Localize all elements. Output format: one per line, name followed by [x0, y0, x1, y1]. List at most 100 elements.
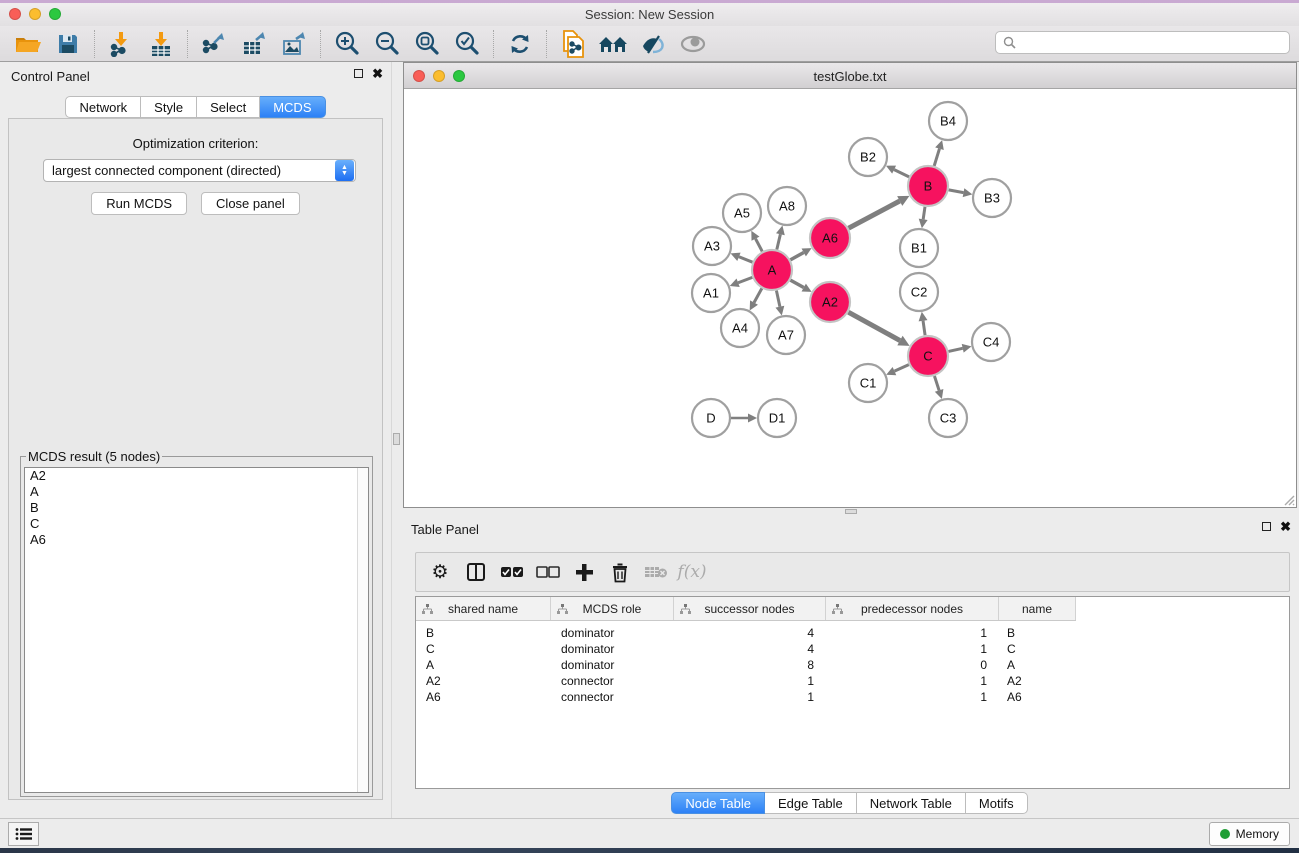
table-cell: 1	[826, 625, 999, 641]
table-options-button[interactable]: ⚙	[424, 556, 456, 588]
edge-arrowhead	[748, 414, 757, 423]
graph-edge-A-A2[interactable]	[790, 280, 803, 287]
tab-style[interactable]: Style	[141, 96, 197, 118]
show-columns-button[interactable]	[460, 556, 492, 588]
graph-edge-B-B4[interactable]	[934, 149, 939, 166]
graph-edge-A2-C[interactable]	[848, 312, 900, 340]
graph-edge-A-A7[interactable]	[776, 291, 779, 307]
float-panel-icon[interactable]	[1262, 522, 1271, 531]
column-header-predecessor-nodes[interactable]: predecessor nodes	[826, 597, 999, 620]
new-network-from-selection-button[interactable]	[553, 28, 593, 60]
close-panel-button[interactable]: Close panel	[201, 192, 300, 215]
table-cell: connector	[551, 689, 674, 705]
graph-edge-A-A8[interactable]	[777, 234, 781, 249]
save-session-button[interactable]	[48, 28, 88, 60]
export-image-icon	[281, 31, 307, 57]
graph-node-label: C1	[860, 376, 877, 391]
column-header-successor-nodes[interactable]: successor nodes	[674, 597, 826, 620]
close-panel-icon[interactable]: ✖	[1280, 522, 1291, 531]
column-header-shared-name[interactable]: shared name	[416, 597, 551, 620]
mcds-result-item[interactable]: A2	[25, 468, 368, 484]
window-resize-grip[interactable]	[1281, 492, 1295, 506]
export-network-button[interactable]	[194, 28, 234, 60]
graph-edge-C-C1[interactable]	[894, 365, 908, 371]
network-canvas[interactable]: B4B2BB3A8A5A6A3B1AC2A1A2A4A7C4CC1C3DD1	[404, 89, 1296, 507]
export-network-icon	[201, 31, 227, 57]
zoom-fit-button[interactable]	[407, 28, 447, 60]
table-cell: A6	[416, 689, 551, 705]
delete-table-icon	[644, 564, 668, 580]
tab-node-table[interactable]: Node Table	[671, 792, 765, 814]
table-row[interactable]: A2connector11A2	[416, 673, 1076, 689]
shared-column-icon	[832, 604, 843, 614]
zoom-in-button[interactable]	[327, 28, 367, 60]
graph-edge-C-C4[interactable]	[948, 348, 962, 351]
function-builder-button[interactable]: f(x)	[676, 556, 708, 588]
unselect-all-columns-button[interactable]	[532, 556, 564, 588]
graph-edge-B-B3[interactable]	[949, 190, 964, 193]
scrollbar-track[interactable]	[357, 468, 368, 792]
optimization-criterion-label: Optimization criterion:	[9, 136, 382, 151]
mcds-result-item[interactable]: C	[25, 516, 368, 532]
graph-edge-B-B2[interactable]	[894, 170, 909, 177]
hide-selected-button[interactable]	[633, 28, 673, 60]
open-session-button[interactable]	[8, 28, 48, 60]
memory-label: Memory	[1236, 827, 1279, 841]
table-row[interactable]: A6connector11A6	[416, 689, 1076, 705]
tab-network-table[interactable]: Network Table	[857, 792, 966, 814]
select-all-columns-button[interactable]	[496, 556, 528, 588]
zoom-out-button[interactable]	[367, 28, 407, 60]
column-header-name[interactable]: name	[999, 597, 1076, 620]
memory-button[interactable]: Memory	[1209, 822, 1290, 846]
table-row[interactable]: Adominator80A	[416, 657, 1076, 673]
first-neighbors-button[interactable]	[593, 28, 633, 60]
graph-edge-C-C3[interactable]	[934, 376, 939, 390]
mcds-result-item[interactable]: A6	[25, 532, 368, 548]
graph-edge-A-A5[interactable]	[756, 239, 763, 252]
import-network-icon	[108, 31, 134, 57]
vertical-split-divider[interactable]	[391, 62, 400, 818]
export-image-button[interactable]	[274, 28, 314, 60]
task-history-button[interactable]	[8, 822, 39, 846]
mcds-result-item[interactable]: B	[25, 500, 368, 516]
table-row[interactable]: Cdominator41C	[416, 641, 1076, 657]
create-column-button[interactable]	[568, 556, 600, 588]
apply-layout-button[interactable]	[500, 28, 540, 60]
delete-table-button[interactable]	[640, 556, 672, 588]
mcds-result-item[interactable]: A	[25, 484, 368, 500]
column-header-MCDS-role[interactable]: MCDS role	[551, 597, 674, 620]
graph-edge-C-C2[interactable]	[923, 321, 925, 335]
node-attribute-table[interactable]: shared nameMCDS rolesuccessor nodesprede…	[415, 596, 1290, 789]
divider-collapse-handle[interactable]	[393, 433, 400, 445]
run-mcds-button[interactable]: Run MCDS	[91, 192, 187, 215]
delete-column-button[interactable]	[604, 556, 636, 588]
optimization-criterion-select[interactable]: largest connected component (directed) ▲…	[43, 159, 356, 182]
graph-edge-A6-B[interactable]	[849, 201, 900, 228]
table-cell: 4	[674, 625, 826, 641]
import-table-button[interactable]	[141, 28, 181, 60]
mcds-result-list[interactable]: A2ABCA6	[24, 467, 369, 793]
tab-network[interactable]: Network	[65, 96, 141, 118]
import-network-button[interactable]	[101, 28, 141, 60]
tab-select[interactable]: Select	[197, 96, 260, 118]
horizontal-split-divider[interactable]	[400, 508, 1299, 515]
search-input[interactable]	[1021, 36, 1289, 50]
export-table-button[interactable]	[234, 28, 274, 60]
graph-edge-A-A6[interactable]	[790, 252, 803, 259]
zoom-selected-button[interactable]	[447, 28, 487, 60]
tab-motifs[interactable]: Motifs	[966, 792, 1028, 814]
graph-edge-B-B1[interactable]	[923, 207, 925, 220]
search-field[interactable]	[995, 31, 1290, 54]
network-graph[interactable]: B4B2BB3A8A5A6A3B1AC2A1A2A4A7C4CC1C3DD1	[404, 89, 1296, 507]
float-panel-icon[interactable]	[354, 69, 363, 78]
graph-edge-A-A4[interactable]	[754, 288, 762, 302]
graph-edge-A-A3[interactable]	[739, 257, 753, 262]
close-panel-icon[interactable]: ✖	[372, 69, 383, 78]
show-all-button[interactable]	[673, 28, 713, 60]
table-row[interactable]: Bdominator41B	[416, 625, 1076, 641]
divider-collapse-handle[interactable]	[845, 509, 857, 514]
unchecked-boxes-icon	[536, 566, 560, 578]
tab-mcds[interactable]: MCDS	[260, 96, 325, 118]
tab-edge-table[interactable]: Edge Table	[765, 792, 857, 814]
graph-edge-A-A1[interactable]	[738, 277, 752, 282]
